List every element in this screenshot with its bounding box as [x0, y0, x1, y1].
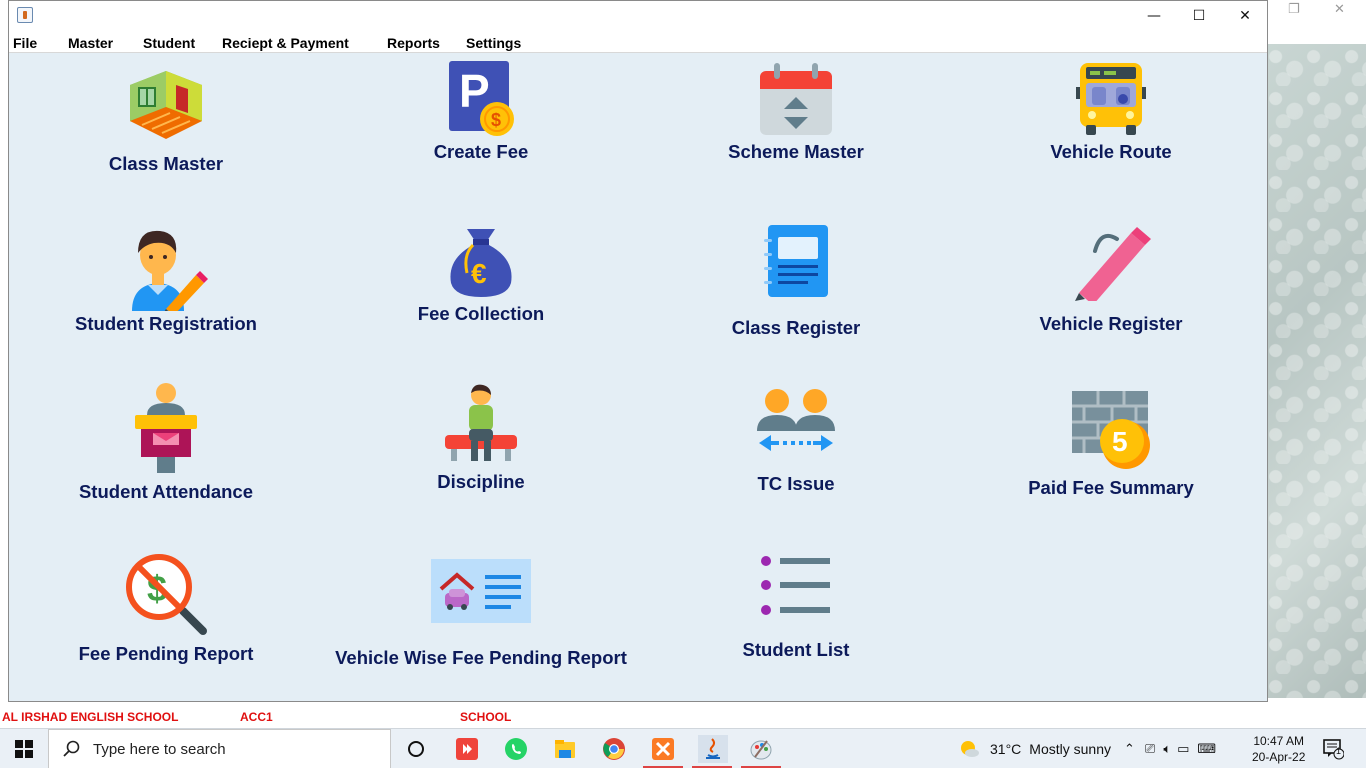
tile-student-attendance[interactable]: Student Attendance	[66, 383, 266, 503]
clock[interactable]: 10:47 AM 20-Apr-22	[1252, 729, 1305, 768]
paint-icon[interactable]	[747, 735, 775, 763]
tile-class-master[interactable]: Class Master	[66, 67, 266, 175]
status-school-name: AL IRSHAD ENGLISH SCHOOL	[2, 710, 179, 724]
student-pencil-icon	[132, 230, 208, 311]
anydesk-icon[interactable]	[453, 735, 481, 763]
file-explorer-icon[interactable]	[551, 735, 579, 763]
classroom-icon	[130, 71, 202, 139]
title-bar: — ☐ ✕	[9, 1, 1267, 31]
ballot-box-icon	[135, 383, 197, 473]
tile-tc-issue[interactable]: TC Issue	[696, 387, 896, 495]
garage-list-icon	[431, 559, 531, 623]
keyboard-icon[interactable]: ⌨	[1197, 742, 1216, 757]
tile-label: Class Register	[731, 317, 861, 338]
close-button[interactable]: ✕	[1222, 1, 1268, 31]
windows-icon	[15, 740, 33, 758]
clock-date: 20-Apr-22	[1252, 750, 1306, 764]
tile-label: Vehicle Route	[1050, 141, 1172, 162]
weather-temperature: 31°C	[990, 741, 1022, 757]
tile-label: Fee Pending Report	[78, 643, 254, 664]
volume-icon[interactable]: 🔈︎	[1163, 742, 1171, 757]
clock-time: 10:47 AM	[1253, 734, 1305, 748]
menu-student[interactable]: Student	[143, 35, 195, 51]
weather-description: Mostly sunny	[1029, 741, 1111, 757]
background-close-icon: ✕	[1334, 2, 1345, 17]
brick-wall-coin-icon: 5	[1072, 391, 1150, 469]
tile-scheme-master[interactable]: Scheme Master	[696, 61, 896, 163]
system-tray-icons: ⌃ ⎚ 🔈︎ ▭ ⌨	[1124, 729, 1216, 768]
tile-label: Create Fee	[433, 141, 529, 162]
tile-class-register[interactable]: Class Register	[696, 225, 896, 339]
tile-vehicle-wise-fee-pending-report[interactable]: Vehicle Wise Fee Pending Report	[331, 559, 631, 669]
search-icon	[63, 740, 80, 757]
chevron-up-icon[interactable]: ⌃	[1124, 742, 1135, 757]
tile-paid-fee-summary[interactable]: 5 Paid Fee Summary	[1011, 389, 1211, 499]
notification-count: 1	[1336, 746, 1342, 756]
notification-center[interactable]: 1	[1322, 729, 1344, 768]
svg-text:€: €	[471, 258, 487, 289]
svg-text:5: 5	[1112, 426, 1128, 457]
background-app-edge	[0, 0, 8, 44]
seated-student-icon	[445, 384, 517, 461]
tile-label: Vehicle Register	[1039, 313, 1183, 334]
bus-icon	[1076, 63, 1146, 135]
menu-settings[interactable]: Settings	[466, 35, 521, 51]
background-window-titlebar: ❐ ✕	[1268, 0, 1366, 44]
tile-vehicle-register[interactable]: Vehicle Register	[1011, 225, 1211, 335]
menu-receipt-payment[interactable]: Reciept & Payment	[222, 35, 349, 51]
start-button[interactable]	[0, 729, 48, 768]
taskbar-search-box[interactable]: Type here to search	[48, 729, 391, 768]
menu-reports[interactable]: Reports	[387, 35, 440, 51]
minimize-button[interactable]: —	[1131, 1, 1177, 31]
sun-cloud-icon	[961, 741, 979, 757]
calendar-sort-icon	[760, 63, 832, 135]
search-placeholder: Type here to search	[93, 740, 226, 758]
weather-widget[interactable]: 31°C Mostly sunny	[958, 729, 1111, 768]
pen-icon	[1075, 227, 1151, 301]
task-view-icon[interactable]	[402, 735, 430, 763]
tile-label: Student Attendance	[78, 481, 254, 502]
xampp-icon[interactable]	[649, 735, 677, 763]
java-app-icon	[17, 7, 33, 23]
tile-label: Vehicle Wise Fee Pending Report	[335, 647, 627, 668]
tile-student-registration[interactable]: Student Registration	[66, 223, 266, 335]
whatsapp-icon[interactable]	[502, 735, 530, 763]
main-window: — ☐ ✕ File Master Student Reciept & Paym…	[8, 0, 1268, 702]
menu-file[interactable]: File	[13, 35, 37, 51]
tile-label: TC Issue	[757, 473, 835, 494]
status-account: ACC1	[240, 710, 273, 724]
transfer-people-icon	[757, 389, 835, 451]
meet-now-icon[interactable]: ⎚	[1145, 742, 1155, 757]
money-bag-icon: €	[450, 229, 512, 297]
tile-label: Discipline	[437, 471, 525, 492]
tile-label: Paid Fee Summary	[1028, 477, 1194, 498]
background-restore-icon: ❐	[1288, 2, 1300, 17]
battery-icon[interactable]: ▭	[1177, 742, 1189, 757]
bullet-list-icon	[761, 556, 830, 615]
tile-label: Student Registration	[75, 313, 257, 334]
no-money-search-icon: $	[126, 554, 207, 635]
notebook-icon	[764, 225, 828, 297]
tile-discipline[interactable]: Discipline	[381, 383, 581, 493]
svg-text:$: $	[491, 110, 501, 130]
tile-fee-collection[interactable]: € Fee Collection	[381, 225, 581, 325]
menu-master[interactable]: Master	[68, 35, 113, 51]
dashboard-grid: Class Master P $ Create Fee Scheme Maste…	[9, 53, 1267, 701]
desktop-wallpaper	[1268, 44, 1366, 698]
status-mode: SCHOOL	[460, 710, 512, 724]
tile-label: Class Master	[108, 153, 224, 174]
tile-label: Student List	[742, 639, 850, 660]
menu-bar: File Master Student Reciept & Payment Re…	[9, 31, 1267, 53]
tile-create-fee[interactable]: P $ Create Fee	[381, 59, 581, 163]
chrome-icon[interactable]	[600, 735, 628, 763]
tile-student-list[interactable]: Student List	[696, 553, 896, 661]
java-app-taskbar-icon[interactable]	[698, 735, 728, 763]
tile-label: Scheme Master	[728, 141, 864, 162]
tile-vehicle-route[interactable]: Vehicle Route	[1011, 61, 1211, 163]
tile-fee-pending-report[interactable]: $ Fee Pending Report	[66, 551, 266, 665]
tile-label: Fee Collection	[417, 303, 545, 324]
parking-fee-icon: P $	[449, 61, 514, 136]
maximize-button[interactable]: ☐	[1176, 1, 1222, 31]
taskbar: Type here to search 31°C Mostly sunny ⌃ …	[0, 728, 1366, 768]
